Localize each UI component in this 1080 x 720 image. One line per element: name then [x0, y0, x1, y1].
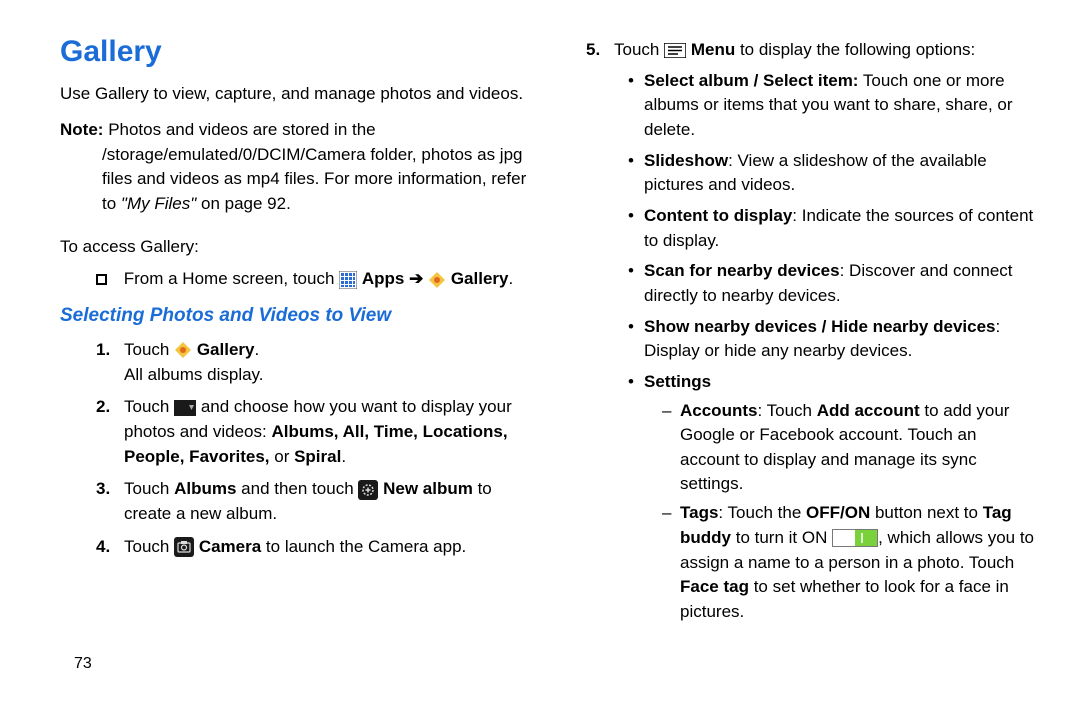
step-2-a: Touch: [124, 397, 174, 416]
steps-list: 1. Touch Gallery. All albums display. 2.…: [60, 338, 530, 560]
subheading: Selecting Photos and Videos to View: [60, 302, 530, 330]
right-column: 5. Touch Menu to display the following o…: [570, 30, 1040, 675]
note-block: Note: Photos and videos are stored in th…: [60, 118, 530, 217]
new-album-icon: [358, 477, 378, 502]
page-number: 73: [60, 652, 530, 675]
gallery-icon: [174, 338, 192, 363]
step-5-num: 5.: [586, 38, 600, 63]
step-1-a: Touch: [124, 340, 174, 359]
settings-sublist: Accounts: Touch Add account to add your …: [644, 399, 1040, 625]
o3t: Content to display: [644, 206, 792, 225]
tag-c: button next to: [870, 503, 982, 522]
from-pre: From a Home screen, touch: [124, 269, 339, 288]
step-2-num: 2.: [96, 395, 110, 420]
note-text-b: on page 92.: [196, 194, 291, 213]
note-label: Note:: [60, 120, 103, 139]
opt-select: Select album / Select item: Touch one or…: [628, 69, 1040, 143]
toggle-on-icon: [832, 526, 878, 551]
gallery-icon: [428, 268, 446, 293]
o1t: Select album / Select item:: [644, 71, 858, 90]
step-5-b: to display the following options:: [735, 40, 975, 59]
acc-a: : Touch: [757, 401, 816, 420]
opt-scan: Scan for nearby devices: Discover and co…: [628, 259, 1040, 308]
settings-label: Settings: [644, 372, 711, 391]
page-title: Gallery: [60, 30, 530, 74]
opt-content: Content to display: Indicate the sources…: [628, 204, 1040, 253]
step-4-num: 4.: [96, 535, 110, 560]
step-4: 4. Touch Camera to launch the Camera app…: [96, 535, 530, 560]
tag-a: : Touch the: [718, 503, 806, 522]
menu-options: Select album / Select item: Touch one or…: [614, 69, 1040, 625]
acc-t: Accounts: [680, 401, 757, 420]
step-2-end: .: [341, 447, 346, 466]
gallery-label: Gallery: [451, 269, 509, 288]
setting-tags: Tags: Touch the OFF/ON button next to Ta…: [662, 501, 1040, 624]
step-2-last: Spiral: [294, 447, 341, 466]
tag-g: Face tag: [680, 577, 749, 596]
step-2: 2. Touch and choose how you want to disp…: [96, 395, 530, 469]
tag-t: Tags: [680, 503, 718, 522]
step-2-or: or: [274, 447, 294, 466]
dropdown-dark-icon: [174, 395, 196, 420]
step-3-alb: Albums: [174, 479, 236, 498]
from-end: .: [508, 269, 513, 288]
step-3-b: and then touch: [236, 479, 358, 498]
access-header: To access Gallery:: [60, 235, 530, 260]
step-4-b: to launch the Camera app.: [261, 537, 466, 556]
tag-b: OFF/ON: [806, 503, 870, 522]
camera-icon: [174, 535, 194, 560]
step-5-menu: Menu: [691, 40, 735, 59]
apps-grid-icon: [339, 268, 357, 293]
opt-settings: Settings Accounts: Touch Add account to …: [628, 370, 1040, 625]
opt-show-nearby: Show nearby devices / Hide nearby device…: [628, 315, 1040, 364]
square-bullet-icon: [96, 274, 107, 285]
step-5: 5. Touch Menu to display the following o…: [586, 38, 1040, 624]
step-3: 3. Touch Albums and then touch New album…: [96, 477, 530, 526]
step-3-num: 3.: [96, 477, 110, 502]
step-3-na: New album: [383, 479, 473, 498]
arrow-icon: ➔: [409, 269, 428, 288]
setting-accounts: Accounts: Touch Add account to add your …: [662, 399, 1040, 498]
opt-slideshow: Slideshow: View a slideshow of the avail…: [628, 149, 1040, 198]
step-1: 1. Touch Gallery. All albums display.: [96, 338, 530, 387]
step-1-line2: All albums display.: [124, 363, 530, 388]
o2t: Slideshow: [644, 151, 728, 170]
step-4-cam: Camera: [199, 537, 261, 556]
steps-list-cont: 5. Touch Menu to display the following o…: [570, 38, 1040, 624]
left-column: Gallery Use Gallery to view, capture, an…: [60, 30, 530, 675]
o5t: Show nearby devices / Hide nearby device…: [644, 317, 996, 336]
step-5-a: Touch: [614, 40, 664, 59]
note-ref: "My Files": [121, 194, 196, 213]
o4t: Scan for nearby devices: [644, 261, 840, 280]
menu-icon: [664, 38, 686, 63]
intro-text: Use Gallery to view, capture, and manage…: [60, 82, 530, 107]
step-1-num: 1.: [96, 338, 110, 363]
from-home-line: From a Home screen, touch Apps ➔ Gallery…: [60, 267, 530, 292]
step-1-gallery: Gallery: [197, 340, 255, 359]
apps-label: Apps: [362, 269, 405, 288]
step-3-a: Touch: [124, 479, 174, 498]
step-4-a: Touch: [124, 537, 174, 556]
tag-e: to turn it ON: [731, 528, 832, 547]
manual-page: Gallery Use Gallery to view, capture, an…: [0, 0, 1080, 695]
acc-b: Add account: [817, 401, 920, 420]
step-1-c: .: [254, 340, 259, 359]
